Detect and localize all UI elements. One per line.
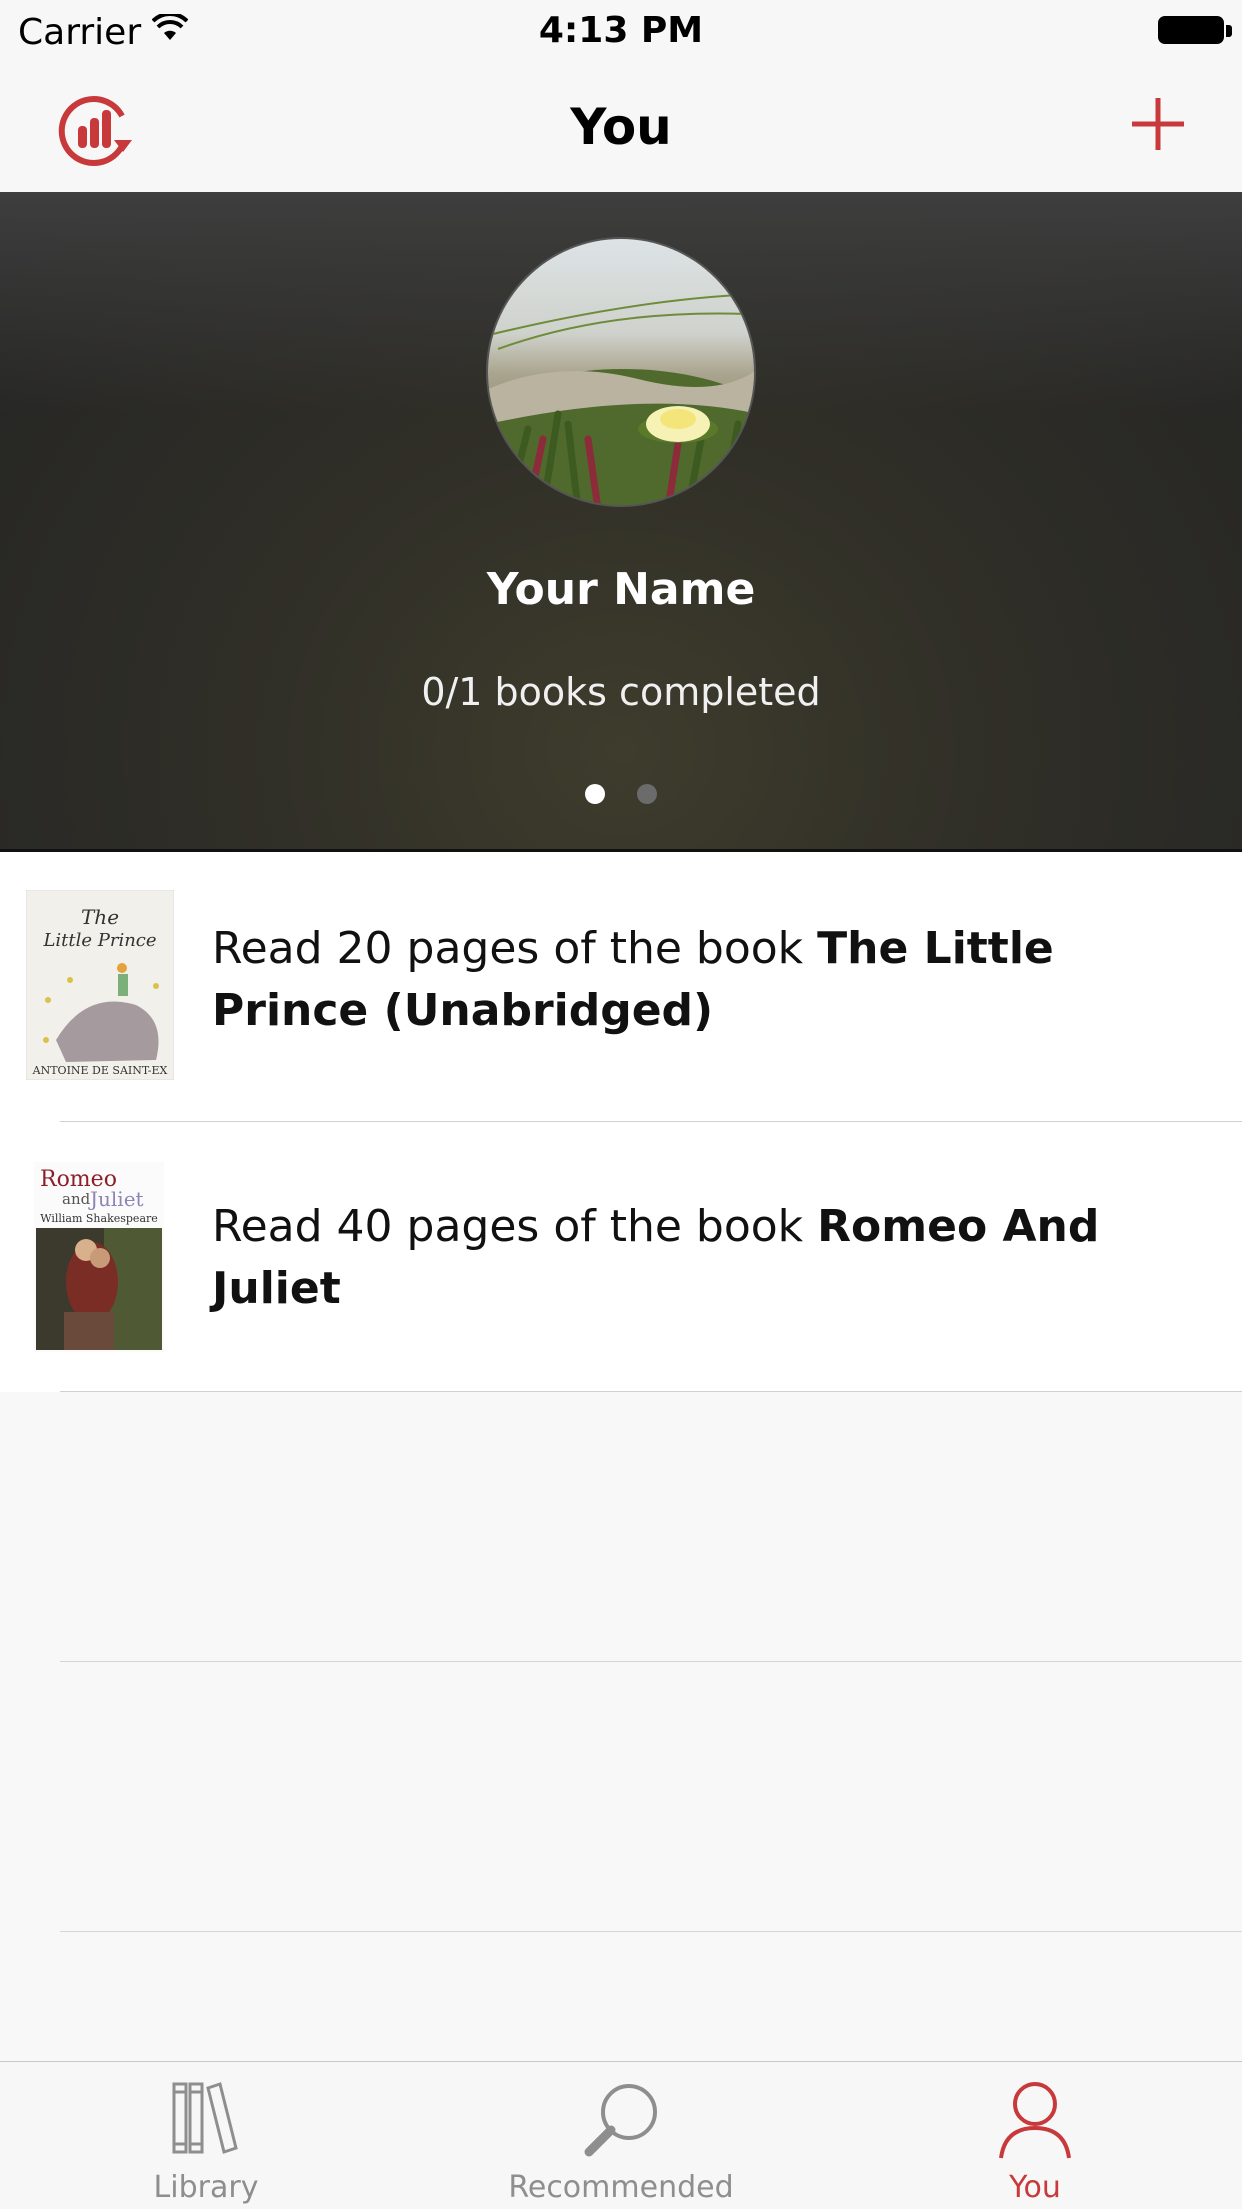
tab-bar: Library Recommended You [0,2061,1242,2209]
page-dot[interactable] [636,784,657,804]
avatar-photo [488,239,754,505]
avatar[interactable] [486,237,756,507]
goals-list: The Little Prince ANTOINE DE SAINT-EX Re… [0,852,1242,1932]
tab-you[interactable]: You [885,2062,1185,2209]
books-completed-label: 0/1 books completed [421,670,821,714]
cover-author: William Shakespeare [40,1212,158,1225]
cover-title-1: The [81,905,119,929]
romeo-juliet-cover: Romeo and Juliet William Shakespeare [34,1162,164,1352]
search-icon [584,2084,657,2157]
goal-prefix: Read 20 pages of the book [212,923,818,974]
little-prince-cover: The Little Prince ANTOINE DE SAINT-EX [26,890,174,1080]
goal-prefix: Read 40 pages of the book [212,1201,818,1252]
row-divider [60,1931,1242,1932]
cover-title-and: and [62,1190,91,1208]
list-item[interactable]: The Little Prince ANTOINE DE SAINT-EX Re… [0,852,1242,1122]
page-dot-active[interactable] [585,784,606,804]
goal-text: Read 40 pages of the book Romeo And Juli… [212,1196,1202,1320]
tab-label: You [1009,2170,1061,2205]
cover-author: ANTOINE DE SAINT-EX [32,1064,168,1077]
library-icon [172,2082,238,2154]
page-title: You [570,98,672,156]
person-icon [999,2082,1071,2159]
battery-icon [1158,16,1224,44]
list-item[interactable]: Romeo and Juliet William Shakespeare Rea… [0,1122,1242,1392]
profile-name: Your Name [486,564,756,615]
tab-label: Recommended [508,2170,734,2205]
tab-label: Library [153,2170,259,2205]
page-control[interactable] [0,784,1242,808]
tab-recommended[interactable]: Recommended [471,2062,771,2209]
cover-title-2: Juliet [88,1187,144,1211]
tab-library[interactable]: Library [56,2062,356,2209]
plus-icon[interactable] [1128,94,1188,154]
battery-tip [1226,25,1232,37]
goal-text: Read 20 pages of the book The Little Pri… [212,918,1202,1042]
cover-title-2: Little Prince [42,930,156,951]
empty-row [0,1392,1242,1662]
empty-row [0,1662,1242,1932]
profile-header[interactable]: Your Name 0/1 books completed [0,192,1242,852]
navigation-bar: You [0,62,1242,193]
status-bar: Carrier 4:13 PM [0,0,1242,62]
status-time: 4:13 PM [538,10,704,51]
